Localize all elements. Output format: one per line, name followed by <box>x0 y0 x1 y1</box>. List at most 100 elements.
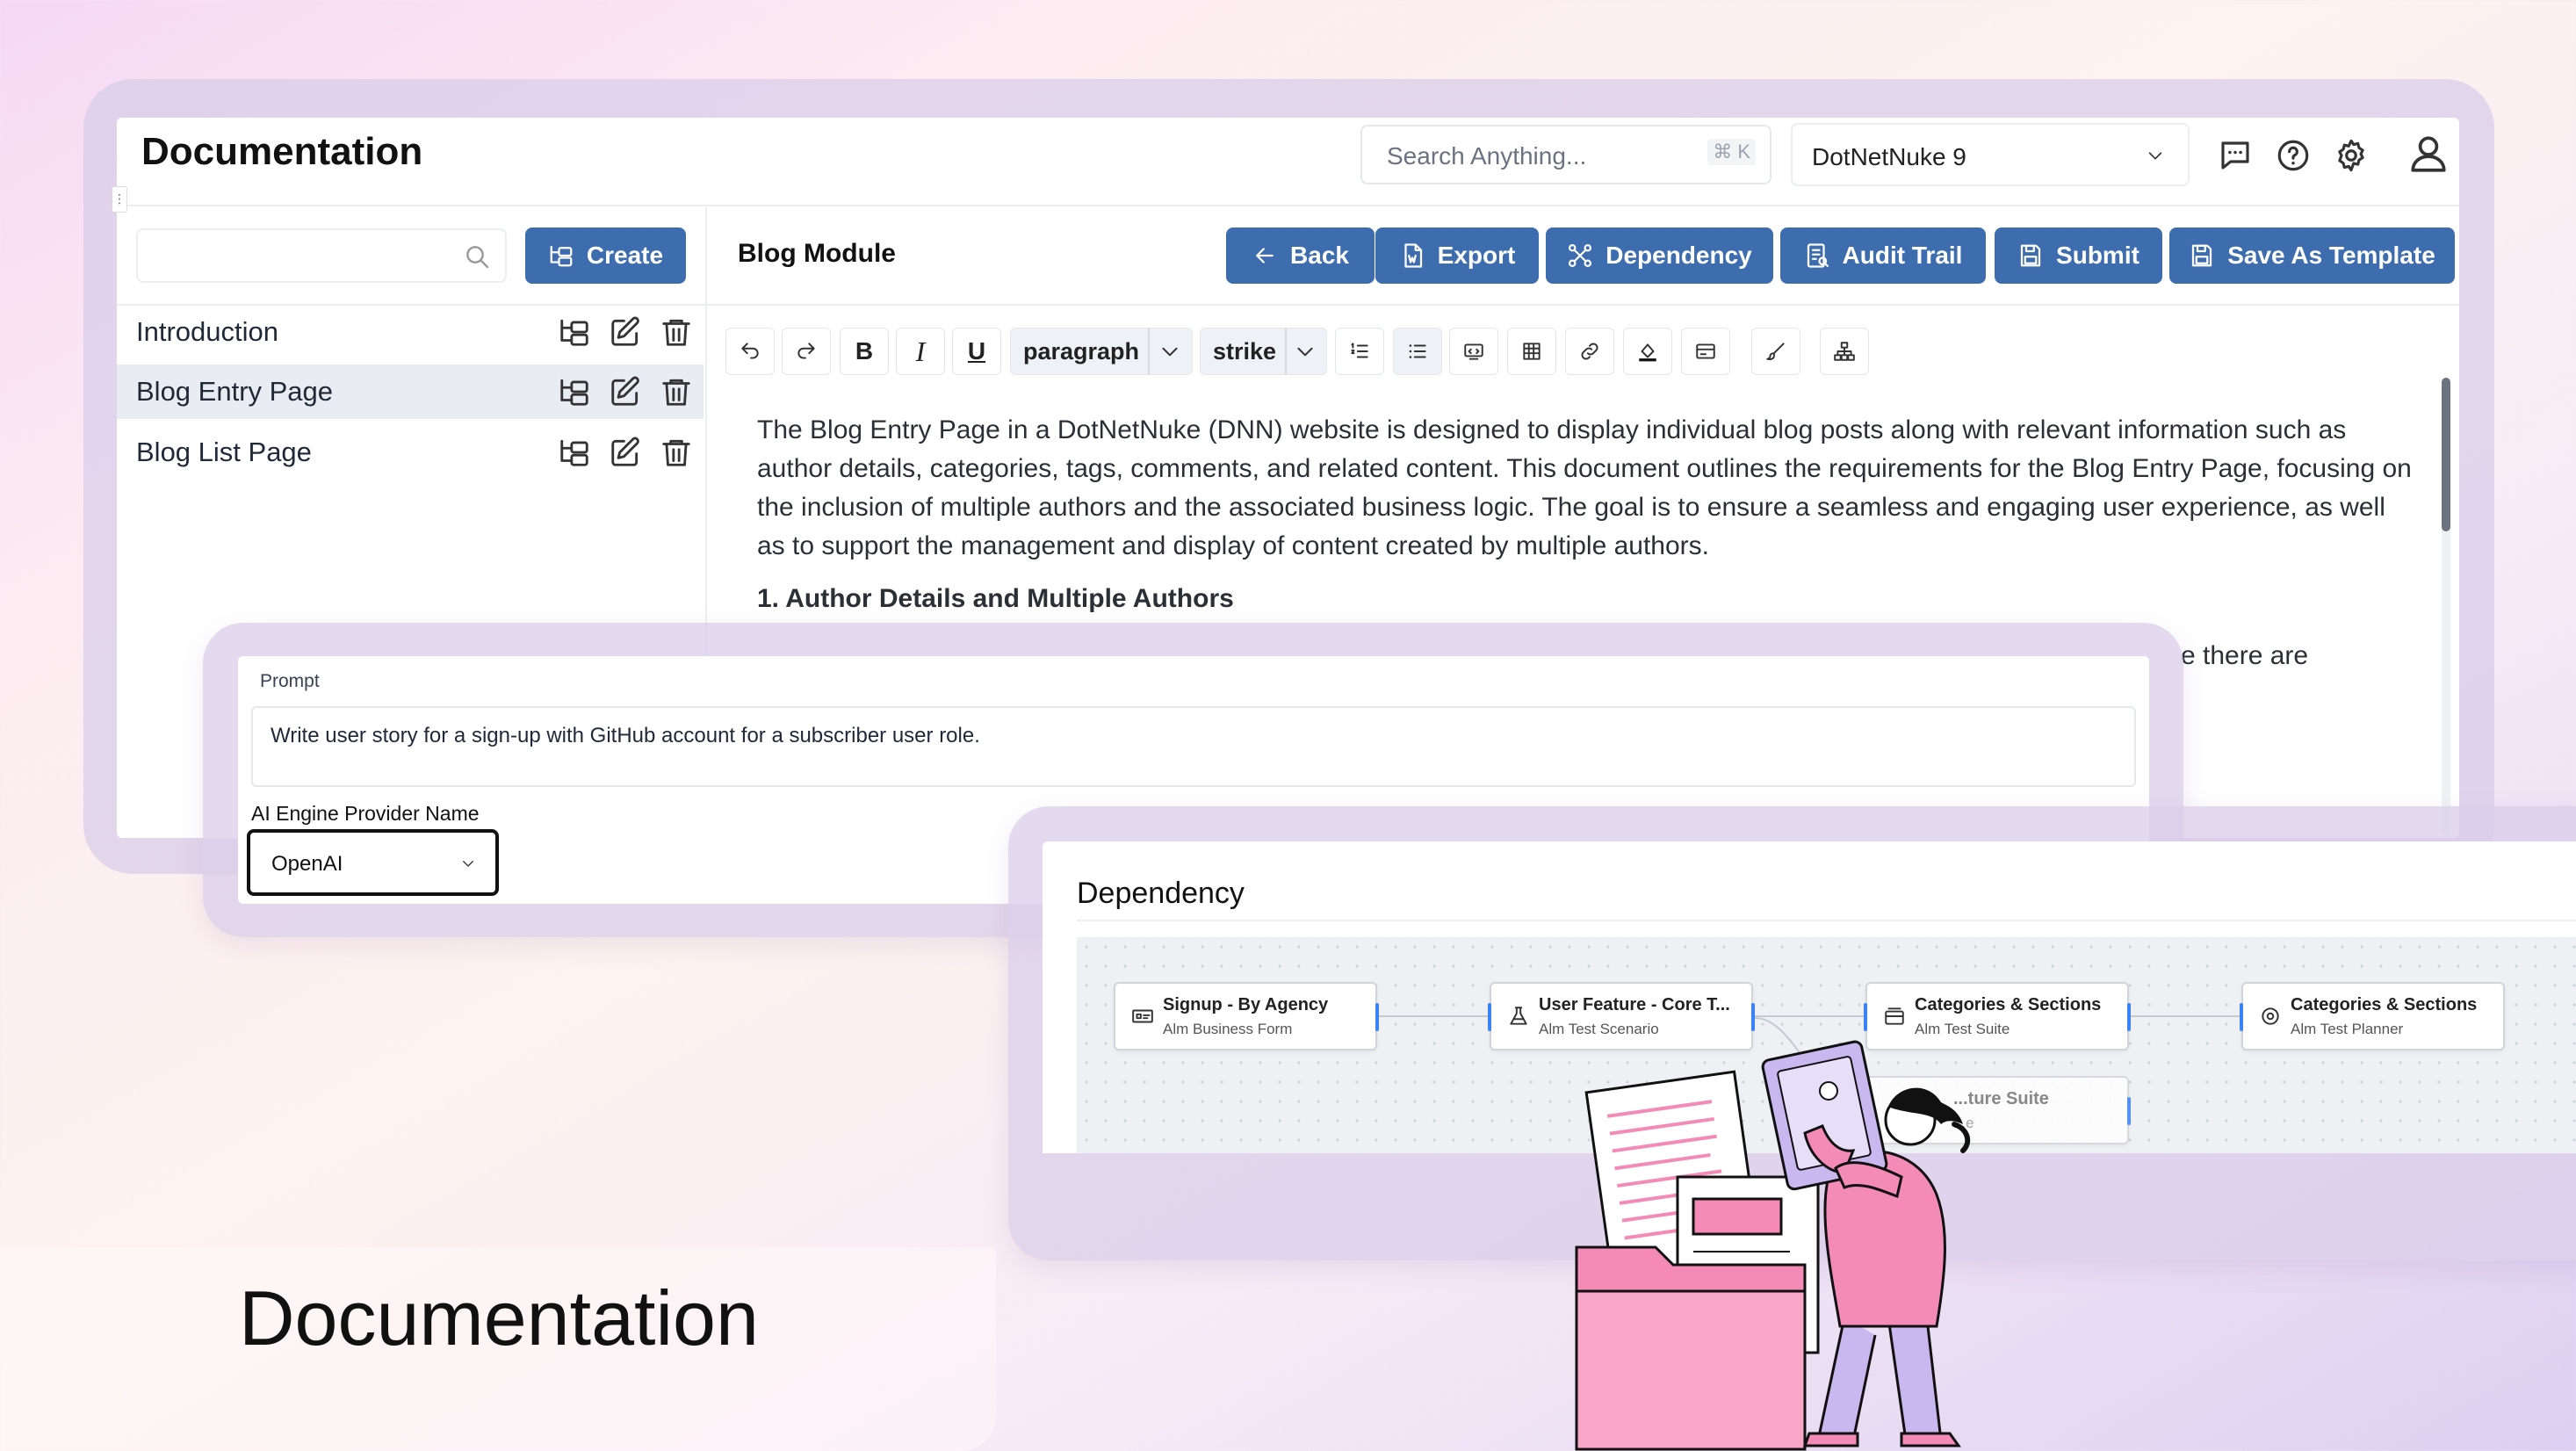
bullet-list-button[interactable] <box>1393 328 1442 375</box>
sidebar-item-label: Introduction <box>136 316 278 347</box>
edit-icon[interactable] <box>609 375 642 408</box>
dependency-title-divider <box>1077 920 2576 921</box>
card-icon <box>1696 343 1715 359</box>
chevron-down-icon <box>463 861 473 867</box>
trash-icon[interactable] <box>660 436 693 469</box>
create-button[interactable]: Create <box>525 227 686 284</box>
bold-button[interactable]: B <box>840 328 889 375</box>
block-format-select[interactable]: paragraph <box>1010 328 1193 375</box>
highlight-button[interactable] <box>1623 328 1672 375</box>
search-placeholder: Search Anything... <box>1387 142 1587 170</box>
italic-button[interactable]: I <box>896 328 945 375</box>
dependency-node-business-form[interactable]: Signup - By Agency Alm Business Form <box>1114 982 1379 1050</box>
node-subtitle: Alm Test Planner <box>2291 1021 2404 1037</box>
sidebar-collapse-handle[interactable]: ⋮ <box>112 186 127 213</box>
trash-icon[interactable] <box>660 375 693 408</box>
inline-format-select[interactable]: strike <box>1200 328 1327 375</box>
sidebar-item-introduction[interactable]: Introduction <box>117 305 704 359</box>
trash-icon[interactable] <box>660 315 693 349</box>
sidebar-item-blog-entry-page[interactable]: Blog Entry Page <box>117 365 704 419</box>
audit-trail-button[interactable]: Audit Trail <box>1780 227 1986 284</box>
bullet-list-icon <box>1409 344 1426 358</box>
document-partial-line: e there are <box>2181 641 2309 670</box>
underline-icon: U <box>967 337 986 365</box>
word-document-icon <box>1404 243 1422 268</box>
node-subtitle: Alm Business Form <box>1163 1021 1293 1037</box>
sidebar-item-label: Blog List Page <box>136 437 312 467</box>
node-title: Signup - By Agency <box>1163 995 1329 1014</box>
engine-provider-select[interactable]: OpenAI <box>247 829 499 896</box>
user-avatar-icon[interactable] <box>2406 132 2450 176</box>
diagram-button[interactable] <box>1820 328 1869 375</box>
undo-icon <box>741 343 759 359</box>
export-button[interactable]: Export <box>1375 227 1539 284</box>
dependency-node-test-planner[interactable]: Categories & Sections Alm Test Planner <box>2240 982 2505 1050</box>
edit-icon[interactable] <box>609 315 642 349</box>
edit-icon[interactable] <box>609 436 642 469</box>
chevron-down-icon <box>1162 347 1178 357</box>
audit-document-icon <box>1807 243 1829 268</box>
document-heading: 1. Author Details and Multiple Authors <box>757 584 1234 613</box>
prompt-textarea[interactable]: Write user story for a sign-up with GitH… <box>251 706 2136 787</box>
italic-icon: I <box>915 335 926 367</box>
code-block-button[interactable] <box>1449 328 1498 375</box>
add-child-icon[interactable] <box>558 315 591 349</box>
table-button[interactable] <box>1507 328 1556 375</box>
brush-button[interactable] <box>1751 328 1800 375</box>
document-paragraph-text: The Blog Entry Page in a DotNetNuke (DNN… <box>757 415 2412 560</box>
bold-icon: B <box>855 337 874 365</box>
back-button[interactable]: Back <box>1226 227 1375 284</box>
table-icon <box>1523 343 1541 360</box>
sidebar-item-label: Blog Entry Page <box>136 376 334 407</box>
save-as-template-button[interactable]: Save As Template <box>2169 227 2455 284</box>
engine-provider-label: AI Engine Provider Name <box>251 802 480 825</box>
save-as-template-button-label: Save As Template <box>2227 242 2435 269</box>
chat-icon[interactable] <box>2217 137 2254 174</box>
chevron-down-icon <box>2148 152 2162 160</box>
ordered-list-button[interactable] <box>1335 328 1384 375</box>
embed-button[interactable] <box>1681 328 1730 375</box>
redo-icon <box>797 343 815 359</box>
submit-button[interactable]: Submit <box>1995 227 2162 284</box>
inline-format-value: strike <box>1213 337 1277 365</box>
editor-header-divider <box>707 304 2459 306</box>
engine-provider-value: OpenAI <box>271 852 343 876</box>
hierarchy-icon <box>1834 342 1855 361</box>
node-right-handle <box>1375 1003 1379 1031</box>
submit-button-label: Submit <box>2056 242 2139 269</box>
underline-button[interactable]: U <box>952 328 1001 375</box>
editor-scrollbar-thumb[interactable] <box>2442 378 2450 531</box>
search-icon <box>466 246 489 269</box>
redo-button[interactable] <box>782 328 831 375</box>
sidebar-search-input[interactable] <box>136 228 507 283</box>
page-title: Documentation <box>141 130 423 173</box>
dependency-button[interactable]: Dependency <box>1546 227 1773 284</box>
export-button-label: Export <box>1437 242 1516 269</box>
save-floppy-icon <box>2192 244 2212 267</box>
gear-icon[interactable] <box>2333 137 2370 174</box>
project-select[interactable]: DotNetNuke 9 <box>1791 123 2190 186</box>
target-icon <box>2262 1007 2279 1025</box>
suite-icon <box>1885 1007 1904 1025</box>
add-child-icon[interactable] <box>558 375 591 408</box>
project-select-value: DotNetNuke 9 <box>1812 143 1966 170</box>
back-button-label: Back <box>1290 242 1349 269</box>
create-tree-icon <box>550 245 573 267</box>
help-icon[interactable] <box>2275 137 2312 174</box>
header-divider <box>117 205 2459 206</box>
chevron-down-icon <box>1297 347 1313 357</box>
dependency-button-label: Dependency <box>1605 242 1752 269</box>
node-right-handle <box>2127 1097 2131 1125</box>
add-child-icon[interactable] <box>558 436 591 469</box>
sidebar-item-blog-list-page[interactable]: Blog List Page <box>117 425 704 480</box>
select-divider <box>1148 328 1150 374</box>
prompt-textarea-value: Write user story for a sign-up with GitH… <box>271 724 980 747</box>
document-paragraph: The Blog Entry Page in a DotNetNuke (DNN… <box>757 411 2417 566</box>
brush-icon <box>1766 343 1785 361</box>
module-title: Blog Module <box>738 239 896 268</box>
prompt-label: Prompt <box>260 671 320 691</box>
search-input[interactable]: Search Anything... ⌘ K <box>1360 125 1771 184</box>
undo-button[interactable] <box>725 328 775 375</box>
dependency-title: Dependency <box>1077 877 1245 910</box>
link-button[interactable] <box>1565 328 1614 375</box>
